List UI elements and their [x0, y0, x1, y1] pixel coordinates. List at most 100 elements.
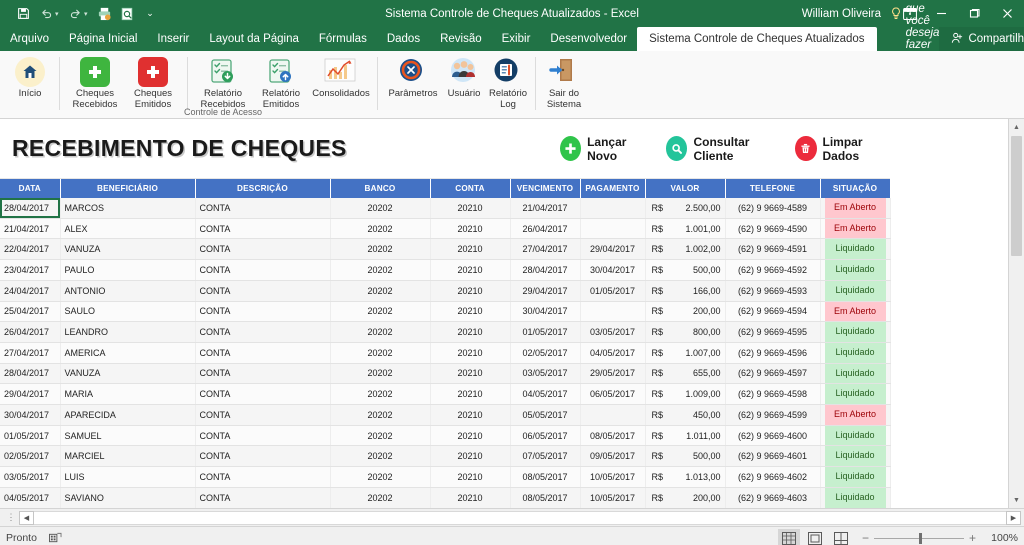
tab-arquivo[interactable]: Arquivo — [0, 27, 59, 51]
close-button[interactable] — [991, 0, 1024, 27]
redo-icon[interactable] — [64, 4, 86, 24]
cell-descricao[interactable]: CONTA — [195, 445, 331, 468]
cell-situacao[interactable]: Liquidado — [820, 383, 891, 406]
lancar-novo-button[interactable]: Lançar Novo — [560, 135, 648, 163]
cell-valor[interactable]: R$ 800,00 — [645, 321, 726, 343]
cell-banco[interactable]: 20202 — [330, 218, 431, 240]
cell-situacao[interactable]: Liquidado — [820, 259, 891, 281]
restore-button[interactable] — [958, 0, 991, 27]
cell-beneficiario[interactable]: SAMUEL — [60, 425, 196, 447]
page-layout-view-icon[interactable] — [804, 529, 826, 545]
cell-vencimento[interactable]: 06/05/2017 — [510, 425, 581, 447]
tab-exibir[interactable]: Exibir — [492, 27, 541, 51]
cell-data[interactable]: 26/04/2017 — [0, 321, 61, 343]
cell-valor[interactable]: R$ 200,00 — [645, 301, 726, 323]
cell-data[interactable]: 22/04/2017 — [0, 238, 61, 261]
cell-conta[interactable]: 20210 — [430, 218, 511, 240]
table-row[interactable]: 23/04/2017 PAULO CONTA 20202 20210 28/04/2017… — [0, 259, 891, 281]
cell-data[interactable]: 24/04/2017 — [0, 280, 61, 302]
cell-conta[interactable]: 20210 — [430, 466, 511, 488]
vertical-scroll-thumb[interactable] — [1011, 136, 1022, 256]
cell-pagamento[interactable]: 04/05/2017 — [580, 342, 646, 364]
cell-pagamento[interactable] — [580, 404, 646, 426]
table-row[interactable]: 02/05/2017 MARCIEL CONTA 20202 20210 07/05/20… — [0, 445, 891, 468]
scroll-up-arrow-icon[interactable]: ▲ — [1009, 119, 1024, 135]
tab-inserir[interactable]: Inserir — [147, 27, 199, 51]
cell-vencimento[interactable]: 29/04/2017 — [510, 280, 581, 302]
col-header-descricao[interactable]: DESCRIÇÃO — [195, 179, 331, 198]
cell-vencimento[interactable]: 27/04/2017 — [510, 238, 581, 261]
cell-telefone[interactable]: (62) 9 9669-4595 — [725, 321, 821, 343]
cell-situacao[interactable]: Liquidado — [820, 280, 891, 302]
table-row[interactable]: 28/04/2017 VANUZA CONTA 20202 20210 03/05/201… — [0, 363, 891, 385]
cell-conta[interactable]: 20210 — [430, 280, 511, 302]
cell-telefone[interactable]: (62) 9 9669-4596 — [725, 342, 821, 364]
table-row[interactable]: 21/04/2017 ALEX CONTA 20202 20210 26/04/2017 R… — [0, 218, 891, 240]
ribbon-button-cheques-emitidos[interactable]: Cheques Emitidos — [124, 54, 182, 112]
cell-beneficiario[interactable]: AMERICA — [60, 342, 196, 364]
cell-beneficiario[interactable]: ANTONIO — [60, 280, 196, 302]
cell-pagamento[interactable]: 09/05/2017 — [580, 445, 646, 468]
cell-vencimento[interactable]: 21/04/2017 — [510, 198, 581, 219]
table-row[interactable]: 03/05/2017 LUIS CONTA 20202 20210 08/05/2017 1… — [0, 466, 891, 488]
accessibility-check-icon[interactable] — [48, 532, 63, 544]
tab-desenvolvedor[interactable]: Desenvolvedor — [540, 27, 637, 51]
cell-conta[interactable]: 20210 — [430, 445, 511, 468]
table-row[interactable]: 29/04/2017 MARIA CONTA 20202 20210 04/05/2017… — [0, 383, 891, 406]
zoom-thumb[interactable] — [918, 532, 922, 544]
cell-valor[interactable]: R$ 1.013,00 — [645, 466, 726, 488]
col-header-banco[interactable]: BANCO — [330, 179, 431, 198]
cell-data[interactable]: 01/05/2017 — [0, 425, 61, 447]
cell-data[interactable]: 23/04/2017 — [0, 259, 61, 281]
col-header-telefone[interactable]: TELEFONE — [725, 179, 821, 198]
customize-qat-icon[interactable]: ⌄ — [139, 4, 161, 24]
cell-telefone[interactable]: (62) 9 9669-4602 — [725, 466, 821, 488]
cell-descricao[interactable]: CONTA — [195, 259, 331, 281]
cell-conta[interactable]: 20210 — [430, 198, 511, 219]
cell-vencimento[interactable]: 03/05/2017 — [510, 363, 581, 385]
cell-situacao[interactable]: Liquidado — [820, 363, 891, 385]
cell-descricao[interactable]: CONTA — [195, 238, 331, 261]
cell-banco[interactable]: 20202 — [330, 363, 431, 385]
cell-data[interactable]: 27/04/2017 — [0, 342, 61, 364]
cell-situacao[interactable]: Liquidado — [820, 342, 891, 364]
cell-situacao[interactable]: Liquidado — [820, 487, 891, 508]
col-header-beneficiario[interactable]: BENEFICIÁRIO — [60, 179, 196, 198]
cell-pagamento[interactable]: 01/05/2017 — [580, 280, 646, 302]
cell-conta[interactable]: 20210 — [430, 363, 511, 385]
tab-revisao[interactable]: Revisão — [430, 27, 492, 51]
ribbon-button-inicio[interactable]: Início — [6, 54, 54, 112]
horizontal-scroll-track[interactable] — [34, 510, 1006, 525]
cell-banco[interactable]: 20202 — [330, 301, 431, 323]
cell-situacao[interactable]: Em Aberto — [820, 404, 891, 426]
cell-valor[interactable]: R$ 1.007,00 — [645, 342, 726, 364]
cell-telefone[interactable]: (62) 9 9669-4597 — [725, 363, 821, 385]
cell-telefone[interactable]: (62) 9 9669-4599 — [725, 404, 821, 426]
cell-vencimento[interactable]: 01/05/2017 — [510, 321, 581, 343]
table-row[interactable]: 22/04/2017 VANUZA CONTA 20202 20210 27/04/201… — [0, 238, 891, 261]
table-row[interactable]: 30/04/2017 APARECIDA CONTA 20202 20210 05/05/… — [0, 404, 891, 426]
limpar-dados-button[interactable]: Limpar Dados — [795, 135, 890, 163]
undo-dropdown-icon[interactable]: ▾ — [55, 10, 63, 18]
table-row[interactable]: 28/04/2017 MARCOS CONTA 20202 20210 21/04/201… — [0, 198, 891, 219]
cell-situacao[interactable]: Liquidado — [820, 321, 891, 343]
cell-telefone[interactable]: (62) 9 9669-4592 — [725, 259, 821, 281]
cell-telefone[interactable]: (62) 9 9669-4593 — [725, 280, 821, 302]
cell-conta[interactable]: 20210 — [430, 342, 511, 364]
cell-conta[interactable]: 20210 — [430, 238, 511, 261]
cell-conta[interactable]: 20210 — [430, 425, 511, 447]
cell-descricao[interactable]: CONTA — [195, 280, 331, 302]
table-row[interactable]: 04/05/2017 SAVIANO CONTA 20202 20210 08/05/20… — [0, 487, 891, 508]
scroll-left-arrow-icon[interactable]: ◀ — [19, 510, 34, 525]
ribbon-button-sair-do-sistema[interactable]: Sair do Sistema — [542, 54, 586, 112]
page-break-view-icon[interactable] — [830, 529, 852, 545]
cell-beneficiario[interactable]: PAULO — [60, 259, 196, 281]
ribbon-button-cheques-recebidos[interactable]: Cheques Recebidos — [66, 54, 124, 112]
cell-descricao[interactable]: CONTA — [195, 321, 331, 343]
cell-beneficiario[interactable]: APARECIDA — [60, 404, 196, 426]
cell-pagamento[interactable]: 10/05/2017 — [580, 466, 646, 488]
zoom-track[interactable] — [873, 532, 964, 544]
cell-descricao[interactable]: CONTA — [195, 425, 331, 447]
col-header-situacao[interactable]: SITUAÇÃO — [820, 179, 891, 198]
cell-telefone[interactable]: (62) 9 9669-4591 — [725, 238, 821, 261]
